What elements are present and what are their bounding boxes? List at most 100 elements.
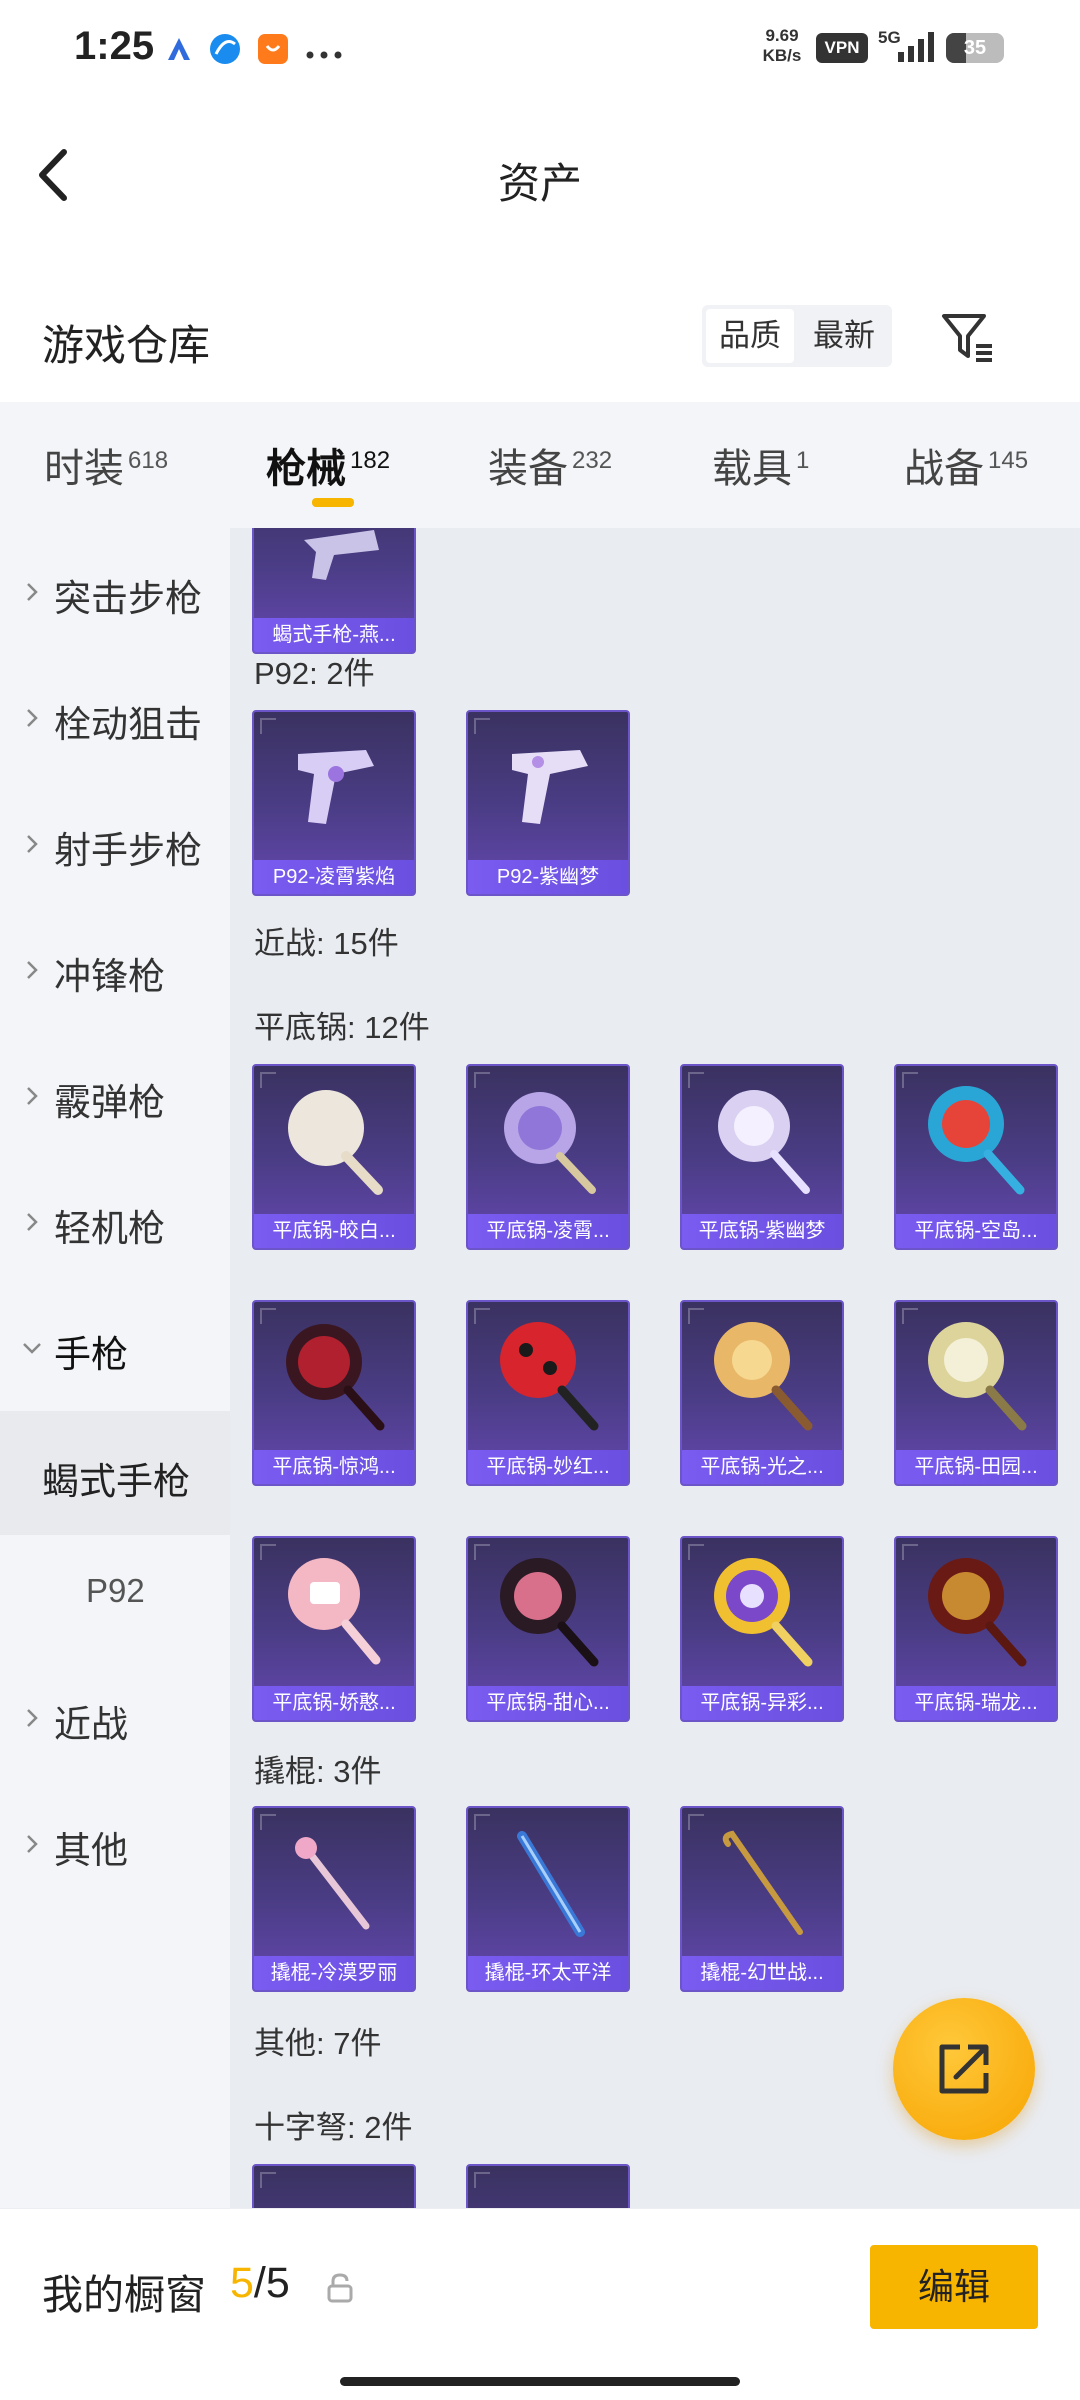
tab-label: 时装: [44, 447, 124, 491]
more-notifications-icon: [306, 46, 342, 64]
item-card[interactable]: [252, 2164, 416, 2208]
item-card[interactable]: 平底锅-光之...: [680, 1300, 844, 1486]
item-card[interactable]: 平底锅-妙红...: [466, 1300, 630, 1486]
item-card[interactable]: 平底锅-娇憨...: [252, 1536, 416, 1722]
sidebar-item-lmg[interactable]: 轻机枪: [0, 1168, 230, 1278]
category-tabs: 时装 618 枪械 182 装备 232 载具 1 战备 145: [0, 402, 1080, 528]
item-card[interactable]: 撬棍-幻世战...: [680, 1806, 844, 1992]
item-name: 平底锅-紫幽梦: [682, 1214, 842, 1248]
vpn-badge: VPN: [816, 33, 868, 63]
pan-skin-icon: [500, 1558, 599, 1667]
item-card[interactable]: P92-紫幽梦: [466, 710, 630, 896]
share-external-icon: [939, 2044, 989, 2094]
showcase-total: 5: [265, 2259, 290, 2307]
share-button[interactable]: [893, 1998, 1035, 2140]
item-card[interactable]: 撬棍-冷漠罗丽: [252, 1806, 416, 1992]
tab-label: 装备: [488, 447, 568, 491]
item-card[interactable]: 平底锅-异彩...: [680, 1536, 844, 1722]
pistol-skin-icon: [298, 750, 374, 824]
tab-fashion[interactable]: 时装 618: [44, 436, 168, 494]
sidebar-item-bolt-sniper[interactable]: 栓动狙击: [0, 664, 230, 774]
item-name: 撬棍-幻世战...: [682, 1956, 842, 1990]
section-header-p92: P92: 2件: [254, 656, 375, 691]
chevron-right-icon: [27, 1213, 38, 1231]
item-name: 平底锅-娇憨...: [254, 1686, 414, 1720]
sidebar-item-pistol[interactable]: 手枪: [0, 1294, 230, 1404]
pan-skin-icon: [928, 1322, 1027, 1431]
tab-battle-gear[interactable]: 战备 145: [904, 436, 1028, 494]
network-speed-unit: KB/s: [762, 46, 802, 65]
sort-quality-button[interactable]: 品质: [706, 309, 794, 363]
pan-skin-icon: [500, 1322, 599, 1431]
chevron-right-icon: [27, 835, 38, 853]
item-card[interactable]: 平底锅-瑞龙...: [894, 1536, 1058, 1722]
filter-button[interactable]: [938, 308, 996, 366]
item-grid: 蝎式手枪-燕... P92: 2件 P92-凌霄紫焰 P92-紫幽梦 近战: 1…: [230, 528, 1080, 2208]
item-card[interactable]: 平底锅-凌霄...: [466, 1064, 630, 1250]
sidebar-item-label: 射手步枪: [54, 830, 202, 871]
battery-level: 35: [963, 37, 987, 59]
sidebar-item-other[interactable]: 其他: [0, 1790, 230, 1900]
warehouse-title: 游戏仓库: [42, 322, 211, 369]
item-card[interactable]: 蝎式手枪-燕...: [252, 528, 416, 654]
section-header-pan: 平底锅: 12件: [254, 1010, 430, 1045]
edit-button[interactable]: 编辑: [870, 2245, 1038, 2329]
item-card[interactable]: 平底锅-惊鸿...: [252, 1300, 416, 1486]
section-header-melee: 近战: 15件: [254, 926, 399, 961]
section-header-other: 其他: 7件: [254, 2026, 382, 2061]
item-name: 撬棍-环太平洋: [468, 1956, 628, 1990]
item-card[interactable]: 撬棍-环太平洋: [466, 1806, 630, 1992]
sidebar-subitem-scorpion[interactable]: 蝎式手枪: [0, 1411, 230, 1535]
status-time: 1:25: [74, 24, 155, 68]
status-bar: 1:25 9.69 KB/s VPN 5G 35: [0, 0, 1080, 100]
sidebar-item-marksman-rifle[interactable]: 射手步枪: [0, 790, 230, 900]
section-header-crowbar: 撬棍: 3件: [254, 1754, 382, 1789]
crowbar-skin-icon: [722, 1830, 803, 1935]
filter-icon: [942, 314, 992, 362]
item-name: 平底锅-皎白...: [254, 1214, 414, 1248]
sidebar-item-label: 冲锋枪: [54, 956, 165, 997]
item-name: 平底锅-光之...: [682, 1450, 842, 1484]
item-name: 平底锅-惊鸿...: [254, 1450, 414, 1484]
item-card[interactable]: P92-凌霄紫焰: [252, 710, 416, 896]
tab-firearms[interactable]: 枪械 182: [266, 436, 390, 494]
tab-label: 枪械: [266, 447, 346, 491]
sidebar-item-melee[interactable]: 近战: [0, 1664, 230, 1774]
sidebar-item-label: P92: [86, 1572, 145, 1609]
item-card[interactable]: 平底锅-皎白...: [252, 1064, 416, 1250]
sort-newest-button[interactable]: 最新: [800, 309, 888, 363]
home-indicator[interactable]: [340, 2377, 740, 2386]
item-card[interactable]: [466, 2164, 630, 2208]
sidebar-item-label: 轻机枪: [54, 1208, 165, 1249]
battery-icon: 35: [946, 33, 1004, 63]
crowbar-skin-icon: [517, 1831, 585, 1937]
tab-equipment[interactable]: 装备 232: [488, 436, 612, 494]
pan-skin-icon: [288, 1558, 381, 1665]
item-card[interactable]: 平底锅-紫幽梦: [680, 1064, 844, 1250]
item-name: 平底锅-妙红...: [468, 1450, 628, 1484]
signal-icon: [896, 30, 936, 69]
sidebar-item-assault-rifle[interactable]: 突击步枪: [0, 538, 230, 648]
pan-skin-icon: [288, 1090, 383, 1195]
sidebar-item-label: 其他: [54, 1830, 128, 1871]
tab-vehicles[interactable]: 载具 1: [712, 436, 809, 494]
item-card[interactable]: 平底锅-甜心...: [466, 1536, 630, 1722]
tab-count: 1: [796, 447, 810, 474]
item-name: P92-凌霄紫焰: [254, 860, 414, 894]
item-name: 平底锅-空岛...: [896, 1214, 1056, 1248]
pan-skin-icon: [714, 1558, 813, 1667]
tab-count: 145: [988, 447, 1029, 474]
item-card[interactable]: 平底锅-田园...: [894, 1300, 1058, 1486]
pan-skin-icon: [504, 1092, 596, 1194]
item-card[interactable]: 平底锅-空岛...: [894, 1064, 1058, 1250]
sidebar-item-label: 霰弹枪: [54, 1082, 165, 1123]
item-name: 撬棍-冷漠罗丽: [254, 1956, 414, 1990]
showcase-current: 5: [230, 2259, 254, 2307]
sidebar-subitem-p92[interactable]: P92: [0, 1538, 230, 1648]
sidebar-item-shotgun[interactable]: 霰弹枪: [0, 1042, 230, 1152]
tab-label: 载具: [712, 447, 792, 491]
tab-label: 战备: [904, 447, 984, 491]
lock-icon: [327, 2273, 353, 2303]
sidebar-item-smg[interactable]: 冲锋枪: [0, 916, 230, 1026]
chevron-right-icon: [27, 583, 38, 601]
